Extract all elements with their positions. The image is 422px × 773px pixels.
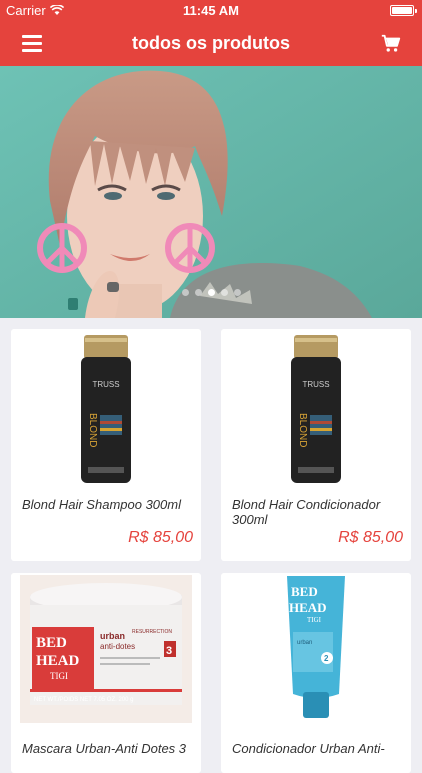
head-label: HEAD [289, 600, 327, 615]
urban-label: urban [100, 631, 125, 641]
brand-label: TRUSS [92, 380, 119, 389]
clock: 11:45 AM [183, 3, 239, 18]
product-price: R$ 85,00 [338, 529, 403, 546]
product-image-urban-antidotes-mask: BED HEAD TIGI urban anti-dotes RESURRECT… [11, 573, 201, 725]
size-label: NET WT./POIDS NET 7.05 OZ. 200 g [34, 697, 133, 703]
banner-model-image [0, 66, 422, 318]
cart-icon[interactable] [380, 33, 402, 55]
page-title: todos os produtos [132, 33, 290, 53]
product-name: Blond Hair Condicionador 300ml [232, 497, 381, 527]
product-card[interactable]: TRUSS BLOND Blond Hair Shampoo 300ml R$ … [11, 329, 201, 561]
tigi-label: TIGI [50, 671, 68, 681]
blond-label: BLOND [297, 413, 308, 447]
product-card[interactable]: BED HEAD TIGI urban 2 Condicionador Urba… [221, 573, 411, 773]
urban-label: urban [297, 640, 312, 646]
level-number: 3 [166, 645, 172, 657]
bed-label: BED [291, 584, 318, 599]
product-price: R$ 85,00 [128, 529, 193, 546]
head-label: HEAD [36, 653, 80, 669]
carousel-dots[interactable] [0, 289, 422, 296]
carousel-dot[interactable] [220, 289, 228, 296]
blond-label: BLOND [87, 413, 98, 447]
product-image-blond-conditioner: TRUSS BLOND [221, 329, 411, 484]
status-bar: Carrier 11:45 AM [0, 0, 422, 22]
product-card[interactable]: BED HEAD TIGI urban anti-dotes RESURRECT… [11, 573, 201, 773]
resurrection-label: RESURRECTION [132, 629, 172, 635]
product-name: Blond Hair Shampoo 300ml [22, 497, 181, 512]
product-name: Mascara Urban-Anti Dotes 3 [22, 741, 187, 756]
product-image-urban-antidotes-conditioner: BED HEAD TIGI urban 2 [221, 573, 411, 725]
product-image-blond-shampoo: TRUSS BLOND [11, 329, 201, 484]
brand-label: TRUSS [302, 380, 329, 389]
tigi-label: TIGI [307, 616, 322, 624]
promo-banner[interactable] [0, 66, 422, 318]
carousel-dot[interactable] [233, 289, 241, 296]
antidotes-label: anti-dotes [100, 642, 135, 651]
level-number: 2 [324, 654, 329, 663]
product-card[interactable]: TRUSS BLOND Blond Hair Condicionador 300… [221, 329, 411, 561]
battery-icon [390, 5, 417, 16]
product-name: Condicionador Urban Anti- [232, 741, 385, 756]
carousel-dot-active[interactable] [207, 289, 215, 296]
nav-bar: todos os produtos [0, 22, 422, 66]
carousel-dot[interactable] [194, 289, 202, 296]
bed-label: BED [36, 635, 67, 651]
carousel-dot[interactable] [181, 289, 189, 296]
